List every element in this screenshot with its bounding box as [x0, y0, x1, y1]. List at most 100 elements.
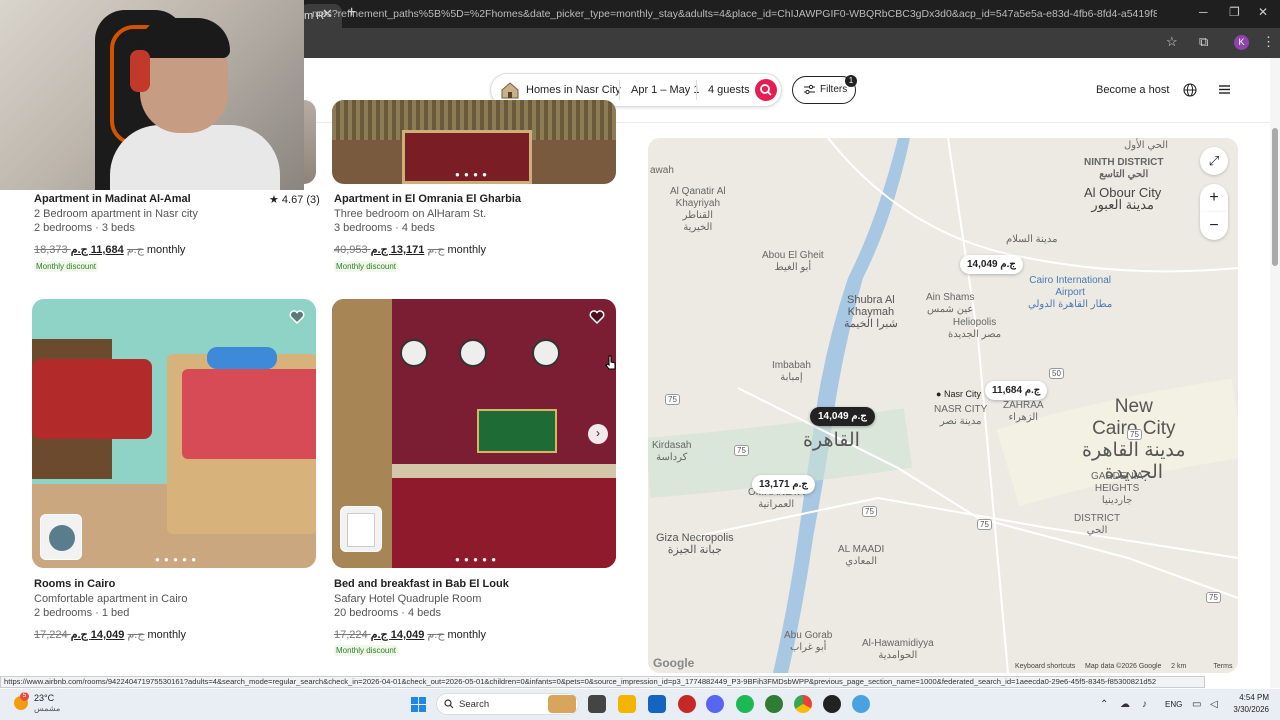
listing-title[interactable]: Rooms in Cairo: [34, 578, 115, 590]
globe-icon[interactable]: [1183, 83, 1197, 97]
taskbar-search-label: Search: [459, 699, 490, 710]
network-icon[interactable]: ▭: [1192, 699, 1201, 710]
road-shield: 75: [862, 506, 877, 517]
search-icon: [760, 84, 772, 96]
wall-clock: [459, 339, 487, 367]
photo-dots: ● ● ● ● ●: [455, 555, 498, 564]
house-icon: [501, 82, 519, 99]
pillow: [207, 347, 277, 369]
reception-desk: [392, 474, 616, 568]
extensions-icon[interactable]: ⧉: [1199, 34, 1208, 50]
language-indicator[interactable]: ENG: [1165, 700, 1182, 709]
listing-rooms: 2 bedrooms · 1 bed: [34, 607, 130, 619]
clock-date[interactable]: 3/30/2026: [1230, 705, 1269, 714]
listing-price[interactable]: 40,953 ج.م 13,171 ج.م monthly: [334, 243, 486, 256]
wall-clock: [400, 339, 428, 367]
zoom-in-button[interactable]: +: [1200, 184, 1228, 212]
weather-badge: 5: [20, 692, 29, 701]
url-field[interactable]: mes?refinement_paths%5B%5D=%2Fhomes&date…: [312, 8, 1157, 20]
listing-price[interactable]: 17,224 ج.م 14,049 ج.م monthly: [34, 628, 186, 641]
task-view-icon[interactable]: [588, 695, 606, 713]
listing-title[interactable]: Apartment in Madinat Al-Amal: [34, 193, 191, 205]
scrollbar-thumb[interactable]: [1272, 128, 1278, 266]
microphone-icon[interactable]: ♪: [1142, 699, 1147, 710]
listing-subtitle: Safary Hotel Quadruple Room: [334, 593, 482, 605]
map-label: NINTH DISTRICT الحي التاسع: [1084, 157, 1164, 180]
map-label: NASR CITY مدينة نصر: [934, 404, 988, 427]
road-shield: 50: [1049, 368, 1064, 379]
listing-price[interactable]: 18,373 ج.م 11,684 ج.م monthly: [34, 243, 185, 256]
bedsheet: [182, 369, 316, 459]
listing-new-price: 11,684 ج.م: [70, 244, 124, 256]
map-price-marker[interactable]: 13,171 ج.م: [752, 475, 815, 494]
google-logo: Google: [653, 656, 695, 670]
volume-icon[interactable]: ◁: [1210, 699, 1218, 710]
app-icon[interactable]: [765, 695, 783, 713]
search-guests[interactable]: 4 guests: [708, 84, 750, 96]
file-explorer-icon[interactable]: [618, 695, 636, 713]
road-shield: 75: [977, 519, 992, 530]
search-button[interactable]: [755, 79, 777, 101]
host-photo: [49, 525, 75, 551]
hamburger-menu-icon[interactable]: [1218, 83, 1231, 96]
zoom-out-button[interactable]: −: [1200, 212, 1228, 240]
listing-title[interactable]: Apartment in El Omrania El Gharbia: [334, 193, 521, 205]
minimize-icon[interactable]: ─: [1199, 5, 1208, 19]
hand-cursor-icon: [605, 355, 616, 370]
search-divider: [696, 80, 697, 100]
weather-temp[interactable]: 23°C: [34, 693, 54, 703]
map-label: GARDENIA HEIGHTS جاردينيا: [1091, 471, 1144, 506]
windows-start-icon[interactable]: [411, 697, 426, 712]
profile-avatar[interactable]: K: [1234, 35, 1249, 50]
listing-period: monthly: [447, 244, 487, 256]
browser-menu-icon[interactable]: ⋮: [1262, 34, 1275, 50]
map-label: ZAHRAA الزهراء: [1003, 400, 1044, 423]
map-price-marker[interactable]: 14,049 ج.م: [960, 255, 1023, 274]
discount-badge: Monthly discount: [334, 261, 399, 272]
map-price-marker[interactable]: 11,684 ج.م: [985, 381, 1048, 400]
status-bar-url: https://www.airbnb.com/rooms/94224047197…: [0, 676, 1205, 688]
search-location[interactable]: Homes in Nasr City: [526, 84, 621, 96]
app-icon[interactable]: [678, 695, 696, 713]
map-label: الحي الأول: [1124, 140, 1168, 151]
road-shield: 75: [1206, 592, 1221, 603]
bookmark-star-icon[interactable]: ☆: [1166, 34, 1178, 50]
heart-icon[interactable]: [588, 308, 606, 326]
spotify-icon[interactable]: [736, 695, 754, 713]
next-photo-arrow[interactable]: ›: [588, 424, 608, 444]
map-label: Al Obour City مدينة العبور: [1084, 185, 1162, 212]
tray-chevron-icon[interactable]: ⌃: [1100, 699, 1108, 710]
wall-clock: [532, 339, 560, 367]
store-icon[interactable]: [648, 695, 666, 713]
heart-icon[interactable]: [288, 308, 306, 326]
listing-price[interactable]: 17,224 ج.م 14,049 ج.م monthly: [334, 628, 486, 641]
listing-rooms: 2 bedrooms · 3 beds: [34, 222, 135, 234]
clock-time[interactable]: 4:54 PM: [1235, 693, 1269, 702]
app-icon[interactable]: [823, 695, 841, 713]
listing-subtitle: 2 Bedroom apartment in Nasr city: [34, 208, 198, 220]
search-dates[interactable]: Apr 1 – May 1: [631, 84, 699, 96]
person-hair: [138, 18, 230, 58]
discord-icon[interactable]: [706, 695, 724, 713]
listing-new-price: 14,049 ج.م: [370, 629, 425, 641]
road-shield: 75: [665, 394, 680, 405]
person-body: [110, 125, 280, 190]
windows-taskbar: [0, 689, 1280, 720]
headset: [130, 50, 150, 92]
app-icon[interactable]: [852, 695, 870, 713]
window-close-icon[interactable]: ✕: [1258, 5, 1268, 19]
listing-period: monthly: [146, 244, 186, 256]
maximize-icon[interactable]: ❐: [1229, 5, 1240, 19]
search-icon: [444, 699, 454, 709]
map-price-marker-selected[interactable]: 14,049 ج.م: [810, 407, 875, 426]
onedrive-icon[interactable]: ☁: [1120, 699, 1130, 710]
map-footer[interactable]: Keyboard shortcuts Map data ©2026 Google…: [1015, 663, 1232, 670]
fullscreen-icon[interactable]: ⤢: [1200, 147, 1228, 175]
listing-subtitle: Three bedroom on AlHaram St.: [334, 208, 487, 220]
map-label: Cairo International Airport مطار القاهرة…: [1028, 275, 1113, 310]
map-panel[interactable]: awah Al Qanatir Al Khayriyah القناطر الخ…: [648, 138, 1238, 673]
become-host-link[interactable]: Become a host: [1096, 84, 1169, 96]
road-shield: 75: [734, 445, 749, 456]
listing-title[interactable]: Bed and breakfast in Bab El Louk: [334, 578, 509, 590]
chrome-icon[interactable]: [794, 695, 812, 713]
